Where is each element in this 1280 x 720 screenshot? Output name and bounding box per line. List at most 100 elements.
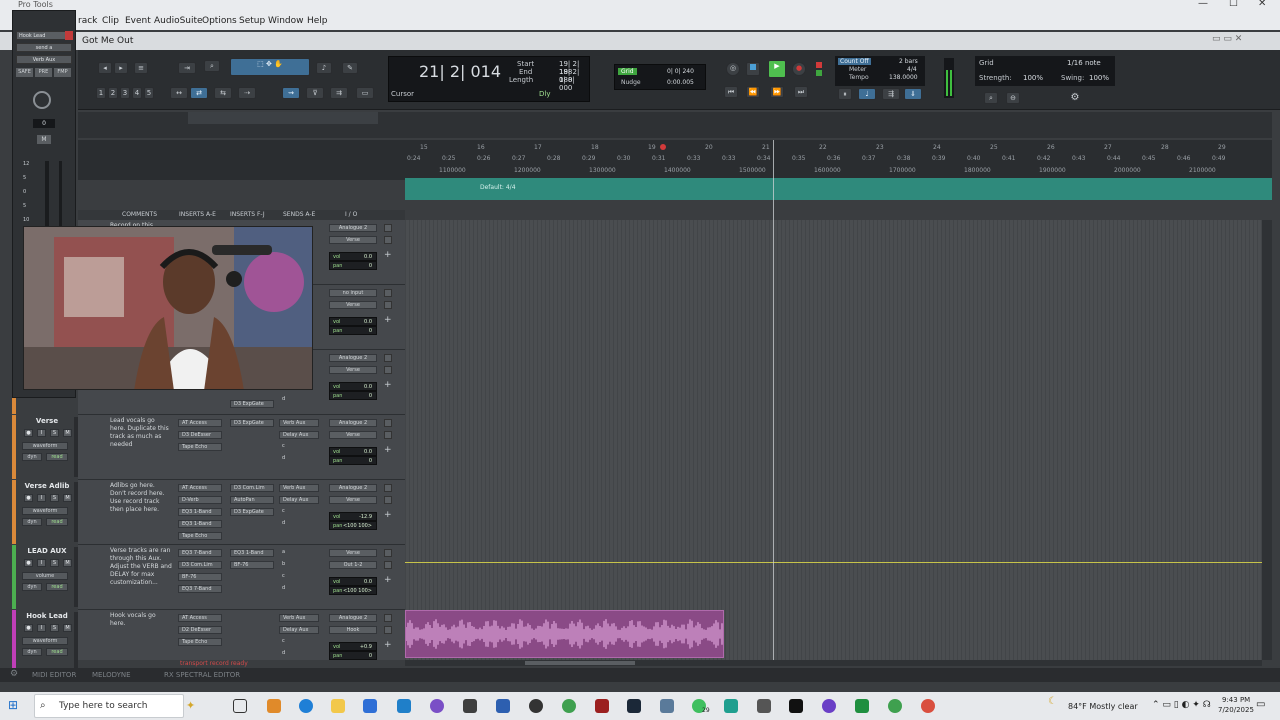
track-option-icon[interactable] xyxy=(384,614,392,622)
app-icon-7[interactable] xyxy=(724,699,738,713)
track-name[interactable]: Hook Lead xyxy=(12,612,82,623)
insert-slot[interactable]: D2 DeEsser xyxy=(178,626,222,634)
app-icon-2[interactable] xyxy=(430,699,444,713)
track-comments[interactable]: Verse tracks are ran through this Aux. A… xyxy=(110,547,172,587)
scrubber-tool-button[interactable]: ♪ xyxy=(316,62,332,74)
grid-setting-value[interactable]: 1/16 note xyxy=(1067,59,1101,67)
clock-time[interactable]: 9:43 PM xyxy=(1222,696,1250,704)
pan-value[interactable]: pan 0 xyxy=(329,651,377,660)
volume-value[interactable]: vol -12.9 xyxy=(329,512,377,521)
send-window-close-icon[interactable] xyxy=(65,31,73,40)
media-player-icon[interactable] xyxy=(529,699,543,713)
hook-lead-audio-clip[interactable] xyxy=(405,610,724,658)
track-row[interactable]: LEAD AUX ● I S Mvolume dyn read Verse tracks ar… xyxy=(12,545,405,610)
input-monitor-button[interactable]: I xyxy=(37,624,46,632)
automation-mode[interactable]: read xyxy=(46,518,68,526)
add-lane-icon[interactable]: + xyxy=(384,250,392,260)
zoom-preset-5[interactable]: 5 xyxy=(144,87,154,99)
send-selector[interactable]: send a xyxy=(16,43,72,52)
output-selector[interactable]: Verse xyxy=(329,431,377,439)
send-destination[interactable]: Verb Aux xyxy=(16,55,72,64)
menu-track[interactable]: rack xyxy=(78,16,97,26)
input-selector[interactable]: Analogue 2 xyxy=(329,484,377,492)
menu-help[interactable]: Help xyxy=(307,16,328,26)
xbox-icon[interactable] xyxy=(855,699,869,713)
zoom-preset-3[interactable]: 3 xyxy=(120,87,130,99)
samples-ruler[interactable]: 1100000 1200000 1300000 1400000 1500000 16000… xyxy=(405,166,1272,178)
input-monitor-button[interactable]: I xyxy=(37,494,46,502)
fmp-button[interactable]: FMP xyxy=(54,68,71,77)
insert-slot[interactable]: Tape Echo xyxy=(178,638,222,646)
output-selector[interactable]: Hook xyxy=(329,626,377,634)
send-slot[interactable]: Verb Aux xyxy=(279,484,319,492)
send-slot[interactable]: c xyxy=(279,573,289,581)
file-explorer-icon[interactable] xyxy=(331,699,345,713)
trim-tool-button[interactable]: ⇥ xyxy=(178,62,196,74)
app-icon-8[interactable] xyxy=(757,699,771,713)
track-option-icon[interactable] xyxy=(384,236,392,244)
solo-button[interactable]: S xyxy=(50,429,59,437)
meter-ruler[interactable]: Default: 4/4 xyxy=(405,178,1272,200)
tab-midi-editor[interactable]: MIDI EDITOR xyxy=(32,671,76,679)
send-slot[interactable]: c xyxy=(279,508,289,516)
grid-label[interactable]: Grid xyxy=(618,68,637,75)
send-slot[interactable]: d xyxy=(279,396,289,404)
send-slot[interactable]: Delay Aux xyxy=(279,431,319,439)
go-to-end-button[interactable]: ⏭ xyxy=(794,86,808,98)
main-counter-value[interactable]: 21| 2| 014 xyxy=(419,62,501,81)
track-option-icon[interactable] xyxy=(384,549,392,557)
insert-slot[interactable]: AT Access xyxy=(178,484,222,492)
track-row[interactable]: Hook Lead ● I S Mwaveform dyn read Hook vocals … xyxy=(12,610,405,675)
output-selector[interactable]: Verse xyxy=(329,366,377,374)
output-selector[interactable]: Verse xyxy=(329,236,377,244)
wait-for-note-button[interactable]: ⏸ xyxy=(838,88,852,100)
count-off-button[interactable]: Count Off xyxy=(838,58,871,65)
quantize-icon[interactable]: ⌕ xyxy=(984,92,998,104)
zoom-in-button[interactable]: ▸ xyxy=(114,62,128,74)
link-button[interactable]: ⇄ xyxy=(190,87,208,99)
add-lane-icon[interactable]: + xyxy=(384,445,392,455)
send-slot[interactable]: d xyxy=(279,650,289,658)
add-lane-icon[interactable]: + xyxy=(384,510,392,520)
pan-value[interactable]: pan <100 100> xyxy=(329,521,377,530)
track-comments[interactable]: Lead vocals go here. Duplicate this trac… xyxy=(110,417,172,449)
copilot-icon[interactable]: ✦ xyxy=(186,699,208,715)
task-view-icon[interactable] xyxy=(233,699,247,713)
notification-icon[interactable]: ▭ xyxy=(1256,699,1265,710)
input-monitor-button[interactable]: I xyxy=(37,429,46,437)
track-row[interactable]: Verse Adlib ● I S Mwaveform dyn read Adlibs go … xyxy=(12,480,405,545)
track-view-selector[interactable]: volume xyxy=(22,572,68,580)
track-option-icon[interactable] xyxy=(384,561,392,569)
add-lane-icon[interactable]: + xyxy=(384,640,392,650)
track-option-icon[interactable] xyxy=(384,289,392,297)
record-button[interactable]: ● xyxy=(792,62,806,76)
windows-start-icon[interactable]: ⊞ xyxy=(8,698,22,712)
input-selector[interactable]: no input xyxy=(329,289,377,297)
send-level-value[interactable]: 0 xyxy=(33,119,55,128)
app-icon-5[interactable] xyxy=(595,699,609,713)
output-selector[interactable]: Verse xyxy=(329,301,377,309)
add-lane-icon[interactable]: + xyxy=(384,380,392,390)
lead-aux-volume-line[interactable] xyxy=(405,562,1262,563)
zoom-out-button[interactable]: ◂ xyxy=(98,62,112,74)
insert-slot[interactable]: D3 ExpGate xyxy=(230,419,274,427)
send-slot[interactable]: a xyxy=(279,549,289,557)
record-enable-button[interactable]: ● xyxy=(24,429,33,437)
tray-icons[interactable]: ⌃ ▭ ▯ ◐ ✦ ☊ xyxy=(1152,700,1211,710)
insert-slot[interactable]: D3 Com.Lim xyxy=(178,561,222,569)
online-button[interactable]: ◎ xyxy=(726,62,740,76)
pan-value[interactable]: pan 0 xyxy=(329,261,377,270)
volume-value[interactable]: vol +0.9 xyxy=(329,642,377,651)
fast-forward-button[interactable]: ⏩ xyxy=(770,86,784,98)
length-value[interactable]: 0| 0| 000 xyxy=(559,76,589,92)
insert-slot[interactable]: BF-76 xyxy=(178,573,222,581)
weather-text[interactable]: 84°F Mostly clear xyxy=(1068,702,1138,711)
edit-tools-group[interactable]: ⬚ ✥ ✋ xyxy=(230,58,310,76)
dyn-button[interactable]: dyn xyxy=(22,648,42,656)
taskbar-search-input[interactable]: Type here to search xyxy=(34,694,184,718)
pan-value[interactable]: pan 0 xyxy=(329,391,377,400)
shuffle-mode-button[interactable]: ▭ xyxy=(356,87,374,99)
track-name[interactable]: Verse Adlib xyxy=(12,482,82,493)
menu-audiosuite[interactable]: AudioSuite xyxy=(154,16,203,26)
automation-mode[interactable]: read xyxy=(46,583,68,591)
